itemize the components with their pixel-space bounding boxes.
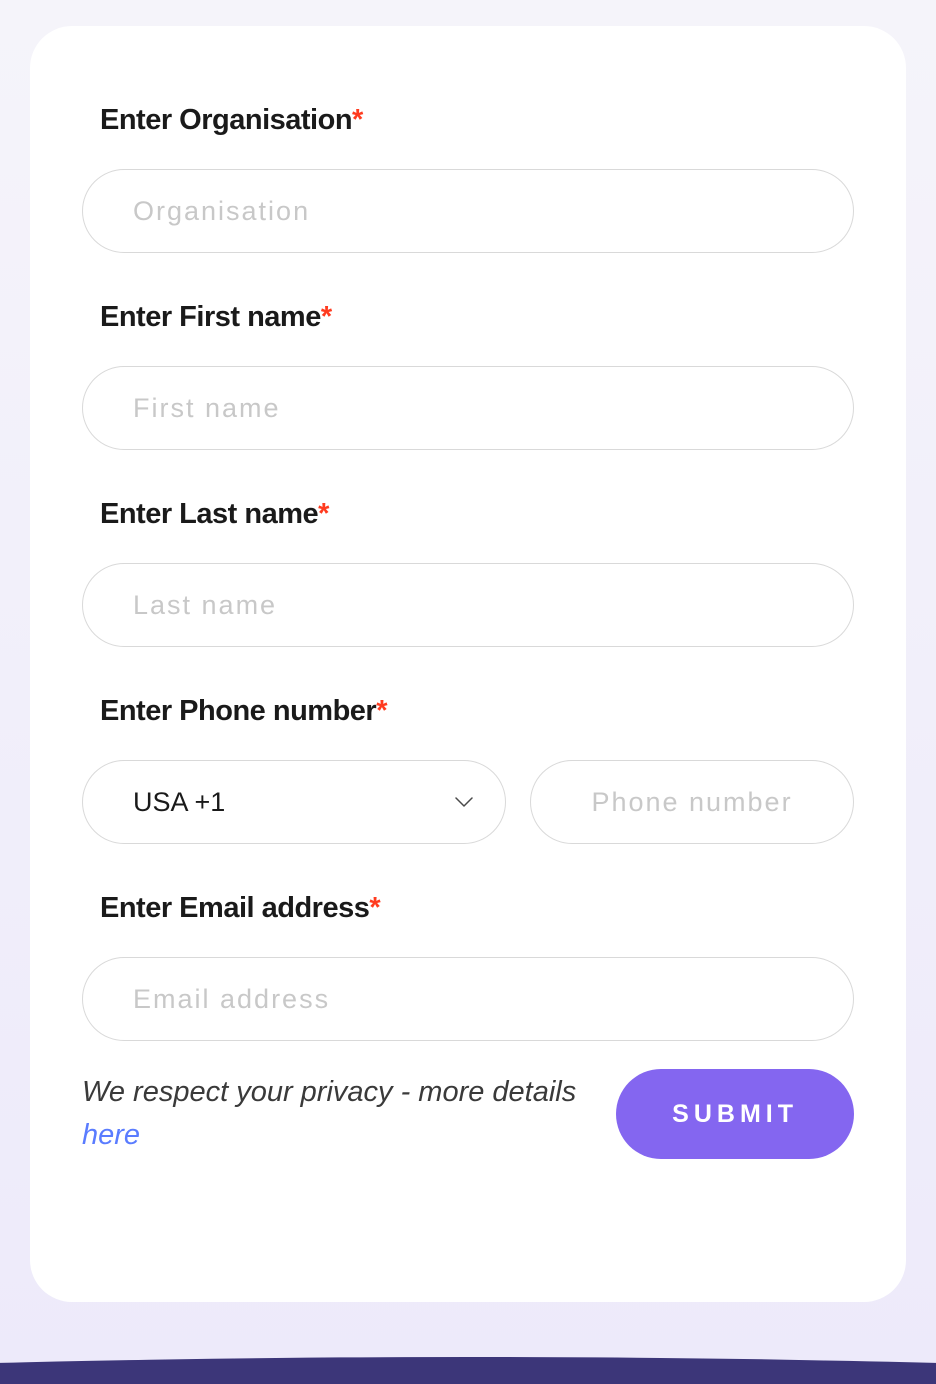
email-label: Enter Email address*: [100, 892, 854, 925]
organisation-label-text: Enter Organisation: [100, 104, 352, 136]
organisation-field-group: Enter Organisation*: [82, 104, 854, 253]
first-name-label-text: Enter First name: [100, 301, 321, 333]
required-star-icon: *: [321, 301, 332, 333]
phone-input-wrapper: [530, 760, 854, 844]
email-field-group: Enter Email address*: [82, 892, 854, 1041]
phone-label: Enter Phone number*: [100, 695, 854, 728]
email-label-text: Enter Email address: [100, 892, 369, 924]
country-select-wrapper: USA +1: [82, 760, 506, 844]
required-star-icon: *: [352, 104, 363, 136]
required-star-icon: *: [369, 892, 380, 924]
privacy-link[interactable]: here: [82, 1119, 140, 1151]
required-star-icon: *: [318, 498, 329, 530]
form-card: Enter Organisation* Enter First name* En…: [30, 26, 906, 1302]
organisation-input[interactable]: [82, 169, 854, 253]
first-name-label: Enter First name*: [100, 301, 854, 334]
first-name-input[interactable]: [82, 366, 854, 450]
last-name-label-text: Enter Last name: [100, 498, 318, 530]
privacy-text: We respect your privacy - more details h…: [82, 1071, 586, 1158]
country-code-select[interactable]: USA +1: [82, 760, 506, 844]
phone-field-group: Enter Phone number* USA +1: [82, 695, 854, 844]
privacy-text-content: We respect your privacy - more details: [82, 1076, 576, 1108]
first-name-field-group: Enter First name*: [82, 301, 854, 450]
organisation-label: Enter Organisation*: [100, 104, 854, 137]
phone-number-input[interactable]: [530, 760, 854, 844]
phone-label-text: Enter Phone number: [100, 695, 376, 727]
last-name-field-group: Enter Last name*: [82, 498, 854, 647]
email-input[interactable]: [82, 957, 854, 1041]
submit-button[interactable]: SUBMIT: [616, 1069, 854, 1159]
required-star-icon: *: [376, 695, 387, 727]
last-name-input[interactable]: [82, 563, 854, 647]
phone-row: USA +1: [82, 760, 854, 844]
footer-row: We respect your privacy - more details h…: [82, 1069, 854, 1159]
last-name-label: Enter Last name*: [100, 498, 854, 531]
